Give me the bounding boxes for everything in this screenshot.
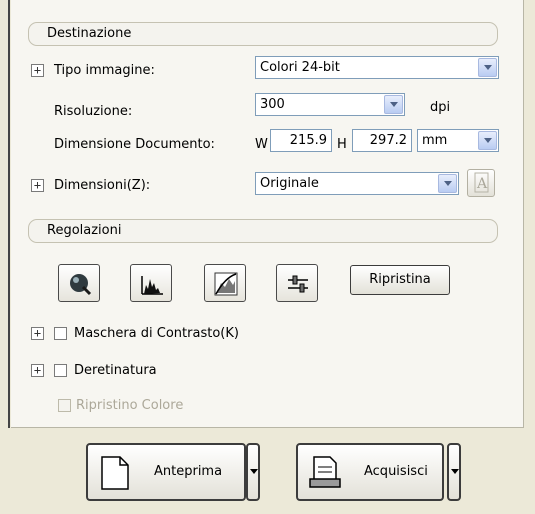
resolution-label: Risoluzione:: [54, 104, 133, 119]
color-restore-label: Ripristino Colore: [76, 398, 184, 413]
scan-mode-dropdown[interactable]: [447, 443, 461, 501]
resolution-unit: dpi: [430, 100, 451, 115]
resolution-select[interactable]: 300: [255, 93, 405, 116]
descreening-checkbox[interactable]: [54, 364, 67, 377]
image-type-expand-icon[interactable]: +: [31, 64, 44, 77]
width-input[interactable]: 215.9: [270, 129, 332, 152]
unit-select[interactable]: mm: [417, 129, 499, 152]
resolution-value: 300: [260, 97, 285, 112]
chevron-down-icon: [438, 174, 457, 193]
right-frame-strip: [525, 0, 535, 428]
color-balance-button[interactable]: [276, 264, 318, 302]
reset-button[interactable]: Ripristina: [350, 265, 450, 295]
preview-mode-dropdown[interactable]: [246, 443, 260, 501]
color-restore-checkbox[interactable]: [58, 399, 71, 412]
image-type-label: Tipo immagine:: [54, 63, 155, 78]
chevron-down-icon: [384, 95, 403, 114]
target-size-value: Originale: [260, 176, 319, 191]
height-input[interactable]: 297.2: [352, 129, 412, 152]
image-type-select[interactable]: Colori 24-bit: [255, 56, 499, 79]
text-enhance-button[interactable]: A: [467, 169, 495, 197]
tone-curve-icon: [214, 272, 238, 296]
adjustments-header: Regolazioni: [28, 219, 498, 243]
histogram-button[interactable]: [130, 264, 172, 302]
document-icon: [101, 456, 129, 490]
sliders-icon: [288, 275, 308, 293]
scan-icon: [309, 456, 341, 488]
target-size-expand-icon[interactable]: +: [31, 179, 44, 192]
destination-header: Destinazione: [28, 22, 498, 46]
unsharp-checkbox[interactable]: [54, 327, 67, 340]
target-size-label: Dimensioni(Z):: [54, 178, 151, 193]
descreening-label: Deretinatura: [74, 363, 157, 378]
histogram-icon: [141, 276, 163, 295]
scan-button[interactable]: Acquisisci: [296, 443, 444, 501]
tone-curve-button[interactable]: [204, 264, 246, 302]
unsharp-expand-icon[interactable]: +: [31, 327, 44, 340]
descreening-expand-icon[interactable]: +: [31, 364, 44, 377]
document-size-label: Dimensione Documento:: [54, 137, 215, 152]
preview-button[interactable]: Anteprima: [86, 443, 246, 501]
image-type-value: Colori 24-bit: [260, 60, 340, 75]
unsharp-label: Maschera di Contrasto(K): [74, 326, 239, 341]
auto-exposure-button[interactable]: [58, 264, 100, 302]
left-frame-edge: [0, 0, 10, 428]
chevron-down-icon: [478, 58, 497, 77]
chevron-down-icon: [478, 131, 497, 150]
height-label: H: [337, 137, 347, 152]
preview-label: Anteprima: [154, 464, 223, 479]
svg-text:A: A: [476, 176, 488, 192]
width-label: W: [255, 137, 268, 152]
auto-exposure-icon: [70, 274, 92, 296]
unit-value: mm: [422, 133, 448, 148]
target-size-select[interactable]: Originale: [255, 172, 459, 195]
scan-label: Acquisisci: [364, 464, 428, 479]
font-icon: A: [474, 172, 489, 193]
